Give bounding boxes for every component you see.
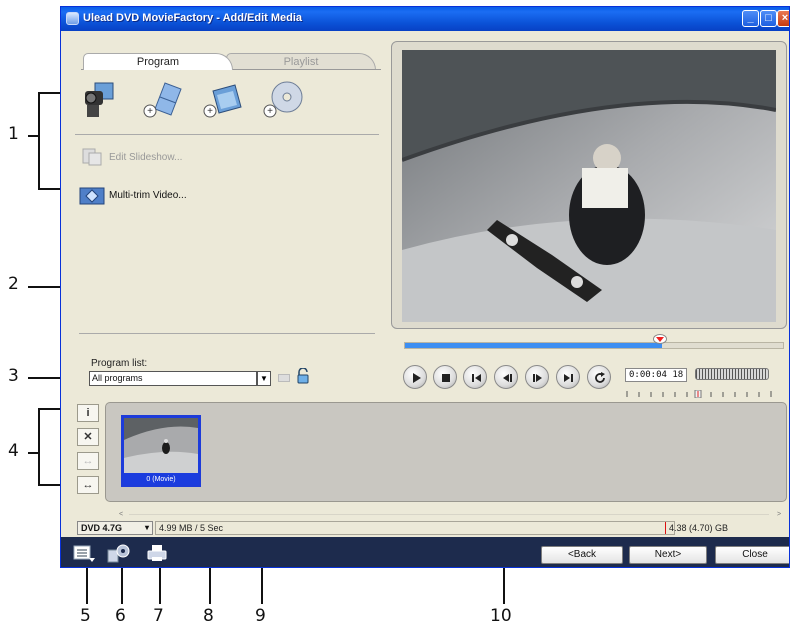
multitrim-video-icon xyxy=(79,186,105,206)
divider xyxy=(75,134,379,135)
playback-controls: 0:00:04 18 xyxy=(399,331,787,399)
disc-capacity-readout: 4.38 (4.70) GB xyxy=(669,523,729,533)
capacity-marker xyxy=(665,522,666,534)
program-list-label: Program list: xyxy=(91,358,148,369)
tab-program[interactable]: Program xyxy=(83,53,233,70)
scroll-left-icon[interactable]: < xyxy=(119,511,123,518)
playhead-marker-icon[interactable] xyxy=(653,332,667,344)
bottom-bar: <Back Next> Close xyxy=(61,537,789,567)
previous-frame-button[interactable] xyxy=(494,365,518,389)
callout-4-line xyxy=(28,452,38,454)
callout-8: 8 xyxy=(203,606,214,626)
callout-1-bracket-v xyxy=(38,92,40,190)
callout-1: 1 xyxy=(8,124,19,144)
playback-speed-scale[interactable] xyxy=(625,385,773,399)
preview-panel xyxy=(391,41,787,329)
app-icon xyxy=(66,12,79,25)
callout-10: 10 xyxy=(490,606,512,626)
add-edit-media-window: Ulead DVD MovieFactory - Add/Edit Media … xyxy=(60,6,790,568)
media-tools: i ✕ ↔ ↔ xyxy=(77,404,99,496)
settings-icon[interactable] xyxy=(107,542,131,564)
disc-type-value: DVD 4.7G xyxy=(81,523,123,533)
add-video-files-icon[interactable]: + xyxy=(141,79,185,119)
callout-4-bracket-v xyxy=(38,408,40,486)
next-frame-button[interactable] xyxy=(525,365,549,389)
window-title: Ulead DVD MovieFactory - Add/Edit Media xyxy=(83,12,303,24)
callout-5-line xyxy=(86,562,88,604)
callout-3: 3 xyxy=(8,366,19,386)
callout-6: 6 xyxy=(115,606,126,626)
minimize-button[interactable]: _ xyxy=(742,10,759,27)
project-menu-icon[interactable] xyxy=(72,542,96,564)
left-panel: Playlist Program + + + Edit Slideshow...… xyxy=(61,31,389,391)
info-button[interactable]: i xyxy=(77,404,99,422)
chevron-down-icon[interactable]: ▼ xyxy=(257,371,271,386)
scroll-right-icon[interactable]: > xyxy=(777,511,781,518)
media-clip-tray[interactable]: 0 (Movie) xyxy=(105,402,787,502)
project-size-readout: 4.99 MB / 5 Sec xyxy=(155,521,675,535)
lock-icon[interactable] xyxy=(296,367,310,384)
callout-6-line xyxy=(121,562,123,604)
title-bar[interactable]: Ulead DVD MovieFactory - Add/Edit Media … xyxy=(61,7,789,31)
media-clip[interactable]: 0 (Movie) xyxy=(121,415,201,487)
progress-fill xyxy=(405,343,662,348)
clip-label: 0 (Movie) xyxy=(146,476,176,483)
timecode-field[interactable]: 0:00:04 18 xyxy=(625,368,687,382)
svg-text:+: + xyxy=(267,106,273,117)
back-button[interactable]: <Back xyxy=(541,546,623,564)
multitrim-video-link[interactable]: Multi-trim Video... xyxy=(109,190,187,201)
rename-program-icon[interactable] xyxy=(278,374,290,382)
edit-slideshow-link[interactable]: Edit Slideshow... xyxy=(109,152,182,163)
disc-type-select[interactable]: DVD 4.7G ▾ xyxy=(77,521,153,535)
chevron-down-icon: ▾ xyxy=(144,523,149,532)
preview-video[interactable] xyxy=(402,50,776,322)
compress-button[interactable]: ↔ xyxy=(77,452,99,470)
next-button[interactable]: Next> xyxy=(629,546,707,564)
callout-4: 4 xyxy=(8,441,19,461)
callout-2: 2 xyxy=(8,274,19,294)
import-dvd-icon[interactable]: + xyxy=(261,79,305,119)
edit-slideshow-icon xyxy=(79,147,103,167)
camcorder-capture-icon[interactable] xyxy=(81,79,125,119)
tray-scrollbar[interactable] xyxy=(129,514,769,515)
program-list-select[interactable]: All programs xyxy=(89,371,257,386)
go-to-end-button[interactable] xyxy=(556,365,580,389)
print-icon[interactable] xyxy=(145,542,169,564)
play-button[interactable] xyxy=(403,365,427,389)
delete-button[interactable]: ✕ xyxy=(77,428,99,446)
callout-5: 5 xyxy=(80,606,91,626)
repeat-button[interactable] xyxy=(587,365,611,389)
svg-text:+: + xyxy=(147,106,153,117)
add-slideshow-icon[interactable]: + xyxy=(201,79,245,119)
jog-wheel[interactable] xyxy=(695,368,769,380)
go-to-start-button[interactable] xyxy=(463,365,487,389)
callout-9: 9 xyxy=(255,606,266,626)
close-window-button[interactable]: × xyxy=(777,10,789,27)
divider xyxy=(79,333,375,334)
page: 1 2 3 4 5 6 7 8 9 10 Ulead DVD MovieFact… xyxy=(0,0,790,627)
status-bar: DVD 4.7G ▾ 4.99 MB / 5 Sec 4.38 (4.70) G… xyxy=(75,520,789,536)
callout-1-line xyxy=(28,135,38,137)
expand-button[interactable]: ↔ xyxy=(77,476,99,494)
stop-button[interactable] xyxy=(433,365,457,389)
svg-text:+: + xyxy=(207,106,213,117)
tab-playlist[interactable]: Playlist xyxy=(226,53,376,70)
callout-7-line xyxy=(159,562,161,604)
callout-7: 7 xyxy=(153,606,164,626)
maximize-button[interactable]: □ xyxy=(760,10,777,27)
clip-thumbnail xyxy=(124,418,198,473)
close-button[interactable]: Close xyxy=(715,546,789,564)
progress-bar[interactable] xyxy=(404,342,784,349)
